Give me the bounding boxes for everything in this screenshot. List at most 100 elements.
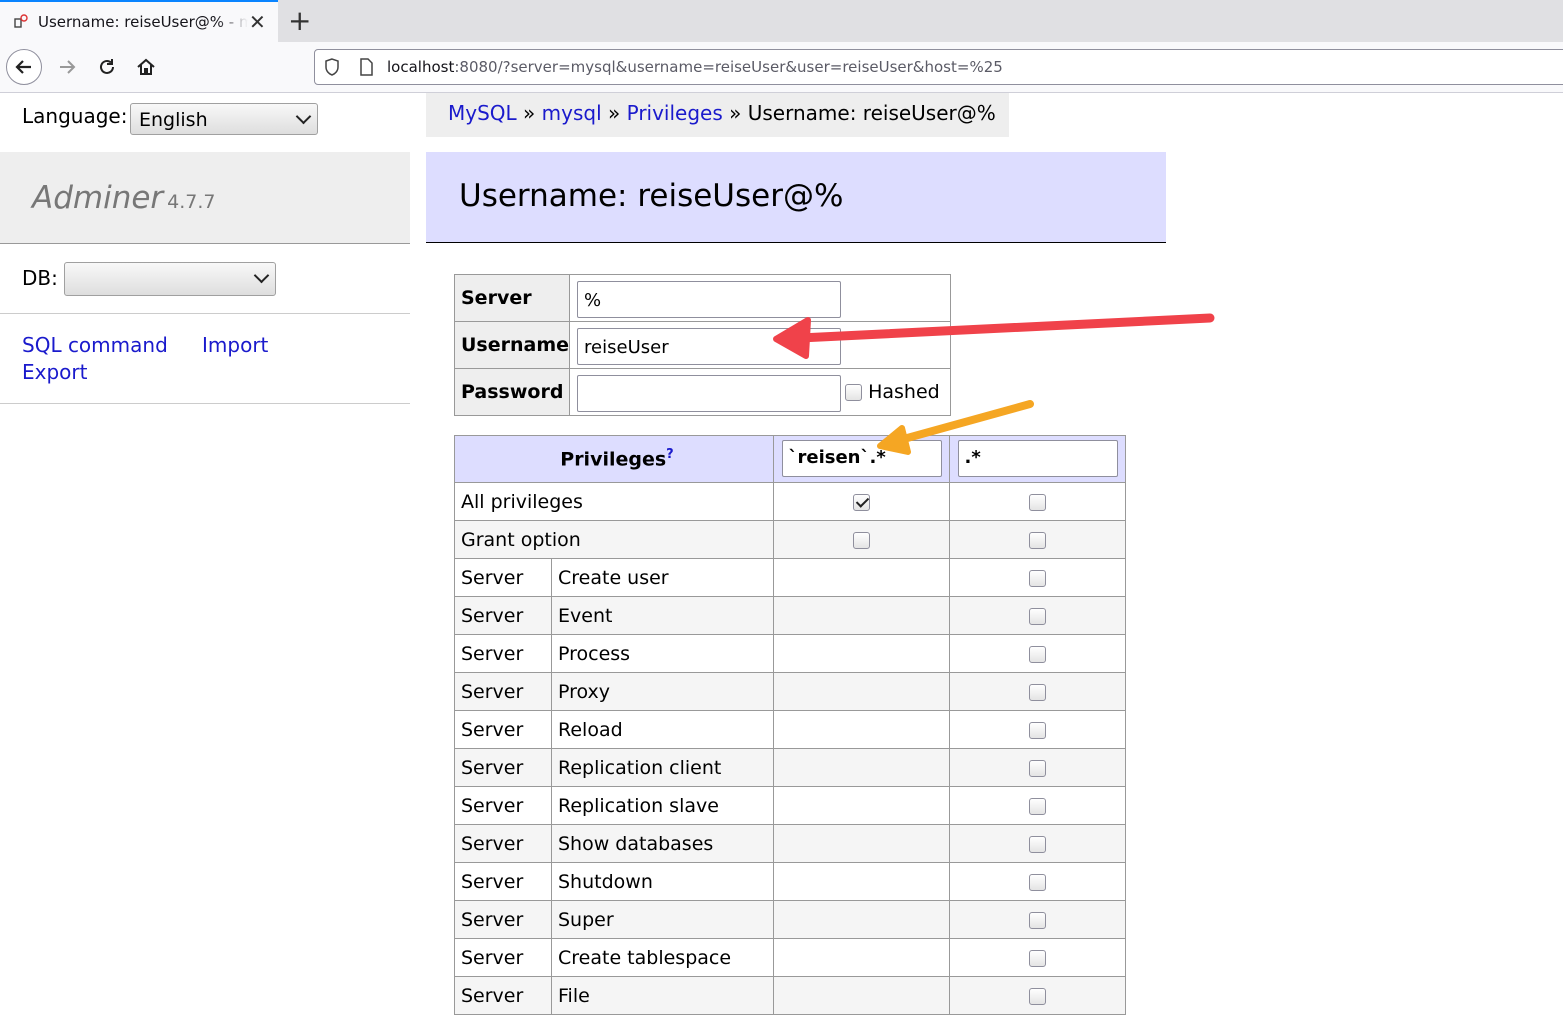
privilege-checkbox[interactable] bbox=[1029, 645, 1046, 663]
checkbox-cell bbox=[949, 520, 1126, 559]
empty-cell bbox=[773, 786, 950, 825]
privilege-context: Server bbox=[454, 710, 552, 749]
checkbox-cell bbox=[949, 596, 1126, 635]
import-link[interactable]: Import bbox=[202, 333, 268, 357]
privilege-checkbox[interactable] bbox=[1029, 493, 1046, 511]
checkbox-cell bbox=[949, 862, 1126, 901]
privilege-checkbox[interactable] bbox=[1029, 531, 1046, 549]
privilege-row: Server Create tablespace bbox=[454, 938, 1126, 977]
hashed-label[interactable]: Hashed bbox=[868, 381, 940, 403]
privileges-header-label: Privileges bbox=[560, 448, 667, 471]
privilege-checkbox[interactable] bbox=[1029, 873, 1046, 891]
arrow-left-icon bbox=[15, 60, 31, 74]
privilege-context: Server bbox=[454, 558, 552, 597]
checkbox-cell bbox=[949, 748, 1126, 787]
checkbox-cell bbox=[949, 482, 1126, 521]
privilege-checkbox[interactable] bbox=[1029, 911, 1046, 929]
chevron-down-icon bbox=[295, 108, 312, 125]
reload-button[interactable] bbox=[90, 50, 124, 84]
column-header-cell: .* bbox=[949, 435, 1126, 483]
privilege-name: Shutdown bbox=[551, 862, 774, 901]
address-bar[interactable]: localhost:8080/?server=mysql&username=re… bbox=[314, 49, 1563, 85]
privilege-name: Create tablespace bbox=[551, 938, 774, 977]
divider bbox=[0, 313, 410, 314]
hashed-option[interactable]: Hashed bbox=[845, 381, 940, 403]
app-name-link[interactable]: Adminer 4.7.7 bbox=[32, 180, 216, 216]
username-label: Username bbox=[453, 321, 571, 369]
checkbox-cell bbox=[949, 976, 1126, 1015]
privilege-name: File bbox=[551, 976, 774, 1015]
privilege-row: Grant option bbox=[454, 520, 1126, 559]
home-icon bbox=[137, 58, 155, 75]
breadcrumb-privileges[interactable]: Privileges bbox=[627, 101, 723, 125]
privilege-checkbox[interactable] bbox=[1029, 797, 1046, 815]
divider bbox=[0, 403, 410, 404]
password-cell: Hashed bbox=[569, 368, 952, 416]
back-button[interactable] bbox=[6, 49, 42, 85]
privilege-checkbox[interactable] bbox=[1029, 607, 1046, 625]
privilege-label: All privileges bbox=[454, 482, 774, 521]
checkbox-cell bbox=[773, 520, 950, 559]
privilege-checkbox[interactable] bbox=[853, 493, 870, 511]
privilege-checkbox[interactable] bbox=[1029, 683, 1046, 701]
privilege-checkbox[interactable] bbox=[1029, 987, 1046, 1005]
reload-icon bbox=[100, 59, 114, 74]
breadcrumb-mysql-server[interactable]: MySQL bbox=[448, 101, 517, 125]
home-button[interactable] bbox=[129, 50, 163, 84]
privilege-row: Server Replication client bbox=[454, 748, 1126, 787]
hashed-checkbox[interactable] bbox=[845, 384, 863, 401]
language-select[interactable]: English bbox=[130, 103, 318, 135]
username-input[interactable]: reiseUser bbox=[577, 328, 842, 365]
privilege-context: Server bbox=[454, 748, 552, 787]
breadcrumb: MySQL » mysql » Privileges » Username: r… bbox=[426, 93, 1009, 137]
forward-button[interactable] bbox=[50, 50, 84, 84]
language-label: Language: bbox=[22, 104, 128, 128]
privilege-name: Create user bbox=[551, 558, 774, 597]
privilege-row: Server File bbox=[454, 976, 1126, 1015]
privilege-context: Server bbox=[454, 824, 552, 863]
browser-nav-bar: localhost:8080/?server=mysql&username=re… bbox=[0, 42, 1563, 93]
breadcrumb-mysql-db[interactable]: mysql bbox=[542, 101, 602, 125]
url-host: localhost bbox=[387, 58, 455, 76]
app-brand: Adminer 4.7.7 bbox=[0, 152, 410, 244]
db-scope-input-1[interactable]: `reisen`.* bbox=[781, 439, 942, 477]
checkbox-cell bbox=[949, 900, 1126, 939]
privilege-name: Event bbox=[551, 596, 774, 635]
privilege-context: Server bbox=[454, 900, 552, 939]
checkbox-cell bbox=[949, 558, 1126, 597]
page-icon[interactable] bbox=[359, 58, 373, 76]
privilege-context: Server bbox=[454, 938, 552, 977]
close-tab-icon[interactable]: ✕ bbox=[249, 10, 266, 34]
export-link[interactable]: Export bbox=[22, 360, 87, 384]
new-tab-button[interactable]: + bbox=[288, 4, 311, 37]
checkbox-cell bbox=[773, 482, 950, 521]
empty-cell bbox=[773, 938, 950, 977]
page-title: Username: reiseUser@% bbox=[459, 178, 844, 214]
privilege-context: Server bbox=[454, 976, 552, 1015]
privilege-checkbox[interactable] bbox=[1029, 721, 1046, 739]
privilege-context: Server bbox=[454, 862, 552, 901]
app-name[interactable]: Adminer bbox=[32, 180, 163, 216]
column-header-cell: `reisen`.* bbox=[773, 435, 950, 483]
shield-icon[interactable] bbox=[325, 57, 339, 77]
checkbox-cell bbox=[949, 938, 1126, 977]
privilege-checkbox[interactable] bbox=[853, 531, 870, 549]
browser-tab[interactable]: Username: reiseUser@% - my ✕ bbox=[0, 0, 278, 42]
privilege-row: All privileges bbox=[454, 482, 1126, 521]
sql-command-link[interactable]: SQL command bbox=[22, 333, 168, 357]
privilege-checkbox[interactable] bbox=[1029, 759, 1046, 777]
db-select[interactable] bbox=[64, 262, 276, 296]
breadcrumb-separator: » bbox=[608, 101, 621, 125]
empty-cell bbox=[773, 748, 950, 787]
url-text: localhost:8080/?server=mysql&username=re… bbox=[387, 58, 1003, 76]
privilege-checkbox[interactable] bbox=[1029, 569, 1046, 587]
empty-cell bbox=[773, 596, 950, 635]
db-scope-input-2[interactable]: .* bbox=[957, 439, 1118, 477]
password-input[interactable] bbox=[577, 375, 842, 412]
username-row: Username reiseUser bbox=[453, 321, 952, 369]
server-input[interactable]: % bbox=[577, 281, 842, 318]
privilege-checkbox[interactable] bbox=[1029, 949, 1046, 967]
privilege-checkbox[interactable] bbox=[1029, 835, 1046, 853]
help-link[interactable]: ? bbox=[666, 447, 674, 462]
privilege-name: Replication slave bbox=[551, 786, 774, 825]
